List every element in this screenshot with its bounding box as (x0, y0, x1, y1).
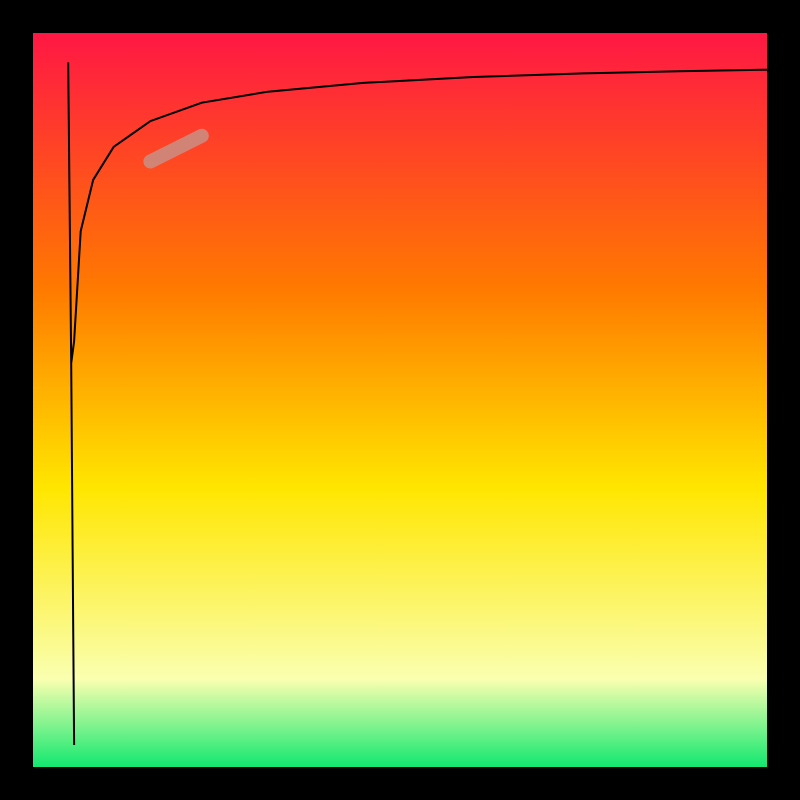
chart-svg (0, 0, 800, 800)
chart-container: TheBottleneck.com (0, 0, 800, 800)
plot-area (33, 33, 767, 767)
